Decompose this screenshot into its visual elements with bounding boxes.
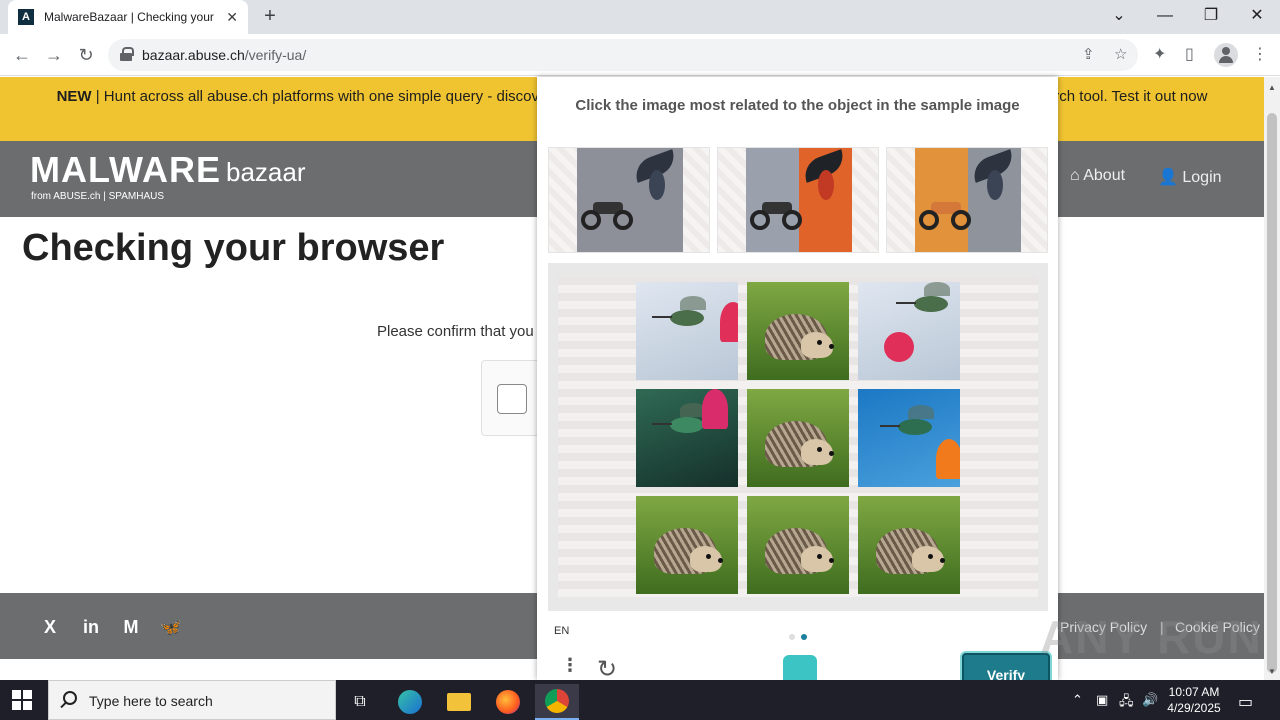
grid-tile-8[interactable] bbox=[747, 496, 849, 594]
page-dot-1 bbox=[789, 634, 795, 640]
grid-tile-7[interactable] bbox=[636, 496, 738, 594]
sample-image-1 bbox=[548, 147, 710, 253]
tab-search-icon[interactable]: ⌄ bbox=[1107, 4, 1131, 28]
anyrun-watermark: ANY RUN bbox=[1040, 611, 1263, 663]
logo-bazaar: bazaar bbox=[226, 157, 306, 187]
scroll-thumb[interactable] bbox=[1267, 113, 1277, 673]
profile-avatar-icon[interactable] bbox=[1214, 43, 1238, 67]
minimize-button[interactable]: — bbox=[1153, 4, 1177, 28]
bookmark-star-icon[interactable]: ☆ bbox=[1114, 45, 1127, 63]
bird-shape bbox=[630, 149, 680, 206]
new-tab-button[interactable]: + bbox=[258, 4, 282, 28]
share-icon[interactable]: ⇪ bbox=[1082, 45, 1095, 63]
bird-shape bbox=[968, 149, 1018, 206]
page-title: Checking your browser bbox=[22, 227, 445, 269]
sample-images bbox=[548, 147, 1048, 253]
hcaptcha-logo-icon bbox=[783, 655, 817, 680]
bird-shape bbox=[799, 149, 849, 206]
tab-close-icon[interactable]: ✕ bbox=[226, 9, 238, 26]
windows-start-icon[interactable] bbox=[12, 690, 32, 710]
reload-icon[interactable]: ↻ bbox=[74, 43, 98, 67]
extensions-puzzle-icon[interactable]: ✦ bbox=[1153, 44, 1166, 64]
tray-chevron-icon[interactable]: ⌃ bbox=[1072, 692, 1083, 708]
taskbar-clock[interactable]: 10:07 AM 4/29/2025 bbox=[1166, 684, 1222, 716]
grid-tile-9[interactable] bbox=[858, 496, 960, 594]
network-icon[interactable]: 🖧 bbox=[1119, 692, 1134, 714]
chrome-icon[interactable] bbox=[535, 684, 579, 720]
page-indicator bbox=[789, 627, 813, 645]
scroll-down-icon[interactable]: ▼ bbox=[1268, 667, 1276, 676]
lock-icon bbox=[120, 47, 134, 61]
x-twitter-icon[interactable]: X bbox=[38, 615, 62, 639]
browser-toolbar: ← → ↻ bazaar.abuse.ch/verify-ua/ ⇪ ☆ ✦ ▯… bbox=[0, 34, 1280, 76]
grid-tile-2[interactable] bbox=[747, 282, 849, 380]
home-icon: ⌂ bbox=[1070, 167, 1084, 184]
grid-tile-6[interactable] bbox=[858, 389, 960, 487]
user-icon: 👤 bbox=[1158, 169, 1183, 186]
linkedin-icon[interactable]: in bbox=[79, 615, 103, 639]
motorcycle-shape bbox=[750, 198, 802, 230]
address-bar[interactable]: bazaar.abuse.ch/verify-ua/ ⇪ ☆ bbox=[108, 39, 1138, 71]
browser-tab[interactable]: A MalwareBazaar | Checking your browser … bbox=[8, 0, 248, 34]
volume-icon[interactable]: 🔊 bbox=[1142, 692, 1158, 708]
close-window-button[interactable]: ✕ bbox=[1245, 4, 1269, 28]
tab-strip: A MalwareBazaar | Checking your browser … bbox=[0, 0, 1280, 34]
firefox-icon[interactable] bbox=[486, 684, 530, 720]
clock-date: 4/29/2025 bbox=[1167, 701, 1221, 715]
taskbar-search-box[interactable]: Type here to search bbox=[48, 680, 336, 720]
windows-taskbar: Type here to search ⧉ ⌃ ▣ 🖧 🔊 10:07 AM 4… bbox=[0, 680, 1280, 720]
page-scrollbar[interactable]: ▲ ▼ bbox=[1264, 77, 1280, 680]
mastodon-icon[interactable]: M bbox=[119, 615, 143, 639]
forward-arrow-icon[interactable]: → bbox=[42, 43, 66, 67]
clock-time: 10:07 AM bbox=[1168, 685, 1220, 699]
screen: A MalwareBazaar | Checking your browser … bbox=[0, 0, 1280, 720]
captcha-refresh-icon[interactable]: ↻ bbox=[597, 655, 623, 680]
nav-about-link[interactable]: ⌂ About bbox=[1070, 167, 1125, 185]
chrome-menu-icon[interactable]: ⋮ bbox=[1252, 44, 1268, 64]
url-text: bazaar.abuse.ch/verify-ua/ bbox=[142, 47, 307, 63]
hcaptcha-checkbox[interactable] bbox=[497, 384, 527, 414]
side-panel-icon[interactable]: ▯ bbox=[1185, 44, 1194, 64]
banner-new-label: NEW bbox=[56, 88, 92, 105]
sample-image-2 bbox=[717, 147, 879, 253]
nav-login-link[interactable]: 👤 Login bbox=[1158, 167, 1222, 187]
bluesky-icon[interactable]: 🦋 bbox=[159, 615, 183, 639]
image-grid bbox=[548, 263, 1048, 611]
page-dot-2 bbox=[801, 634, 807, 640]
restore-button[interactable]: ❐ bbox=[1199, 4, 1223, 28]
notifications-icon[interactable]: ▭ bbox=[1238, 692, 1253, 712]
grid-tile-5[interactable] bbox=[747, 389, 849, 487]
back-arrow-icon[interactable]: ← bbox=[10, 43, 34, 67]
motorcycle-shape bbox=[919, 198, 971, 230]
tab-title: MalwareBazaar | Checking your browser bbox=[44, 10, 214, 24]
taskbar-search-placeholder: Type here to search bbox=[89, 693, 213, 709]
scroll-up-icon[interactable]: ▲ bbox=[1268, 83, 1276, 92]
captcha-prompt: Click the image most related to the obje… bbox=[575, 97, 1020, 114]
task-view-icon[interactable]: ⧉ bbox=[338, 684, 382, 720]
logo-from-text: from ABUSE.ch | SPAMHAUS bbox=[31, 191, 165, 202]
malwarebazaar-favicon-icon: A bbox=[18, 9, 34, 25]
logo-malware[interactable]: MALWARE bbox=[30, 149, 221, 191]
grid-tile-3[interactable] bbox=[858, 282, 960, 380]
edge-icon[interactable] bbox=[388, 684, 432, 720]
sample-image-3 bbox=[886, 147, 1048, 253]
motorcycle-shape bbox=[581, 198, 633, 230]
language-selector[interactable]: EN bbox=[554, 625, 569, 637]
tray-device-icon[interactable]: ▣ bbox=[1096, 692, 1108, 708]
grid-tile-1[interactable] bbox=[636, 282, 738, 380]
file-explorer-icon[interactable] bbox=[437, 684, 481, 720]
grid-tile-4[interactable] bbox=[636, 389, 738, 487]
captcha-challenge: Click the image most related to the obje… bbox=[537, 77, 1058, 680]
verify-button[interactable]: Verify bbox=[962, 653, 1050, 680]
captcha-menu-icon[interactable]: ⋮ bbox=[561, 655, 579, 676]
search-icon bbox=[63, 691, 77, 705]
